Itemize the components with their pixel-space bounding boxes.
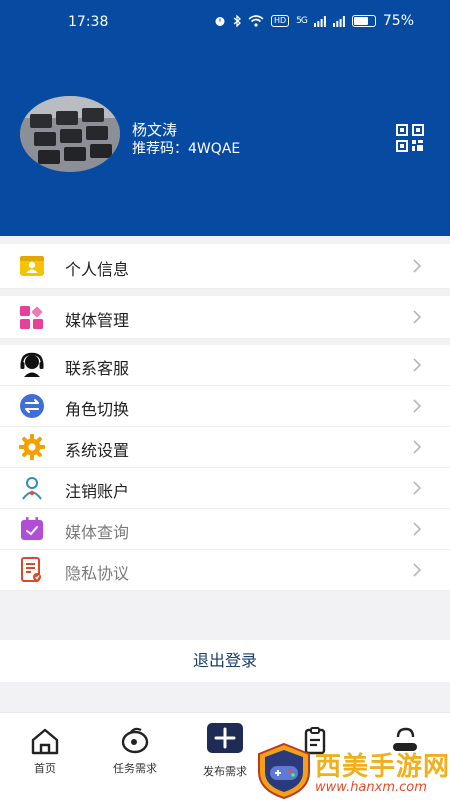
- menu-label: 角色切换: [65, 400, 130, 419]
- menu-item-system-settings[interactable]: 系统设置: [0, 427, 450, 468]
- watermark-url: www.hanxm.com: [315, 780, 427, 795]
- tab-home[interactable]: 首页: [0, 713, 90, 801]
- menu-item-media-management[interactable]: 媒体管理: [0, 296, 450, 339]
- qr-code-icon[interactable]: [396, 124, 424, 152]
- hd-badge: HD: [270, 15, 290, 27]
- user-name: 杨文涛: [132, 121, 178, 139]
- chevron-right-icon: [413, 310, 422, 324]
- menu-item-delete-account[interactable]: 注销账户: [0, 468, 450, 509]
- chevron-right-icon: [413, 481, 422, 495]
- profile-header: 17:38 HD 5G 75% 杨文涛 推荐码：4WQAE: [0, 0, 450, 236]
- chevron-right-icon: [413, 259, 422, 273]
- alarm-icon: [215, 17, 225, 26]
- chevron-right-icon: [413, 563, 422, 577]
- battery-fill: [353, 17, 368, 25]
- tab-label: 首页: [34, 762, 56, 775]
- avatar-image: [20, 96, 120, 172]
- avatar[interactable]: [20, 96, 120, 172]
- menu-label: 个人信息: [65, 260, 130, 279]
- menu-label: 系统设置: [65, 441, 130, 460]
- menu-label: 注销账户: [65, 482, 130, 501]
- site-watermark: 西美手游网 www.hanxm.com: [255, 740, 450, 800]
- chevron-right-icon: [413, 358, 422, 372]
- plus-icon: [207, 723, 243, 753]
- menu-label: 媒体管理: [65, 311, 130, 330]
- document-edit-icon: [21, 557, 41, 582]
- gear-icon: [19, 434, 45, 460]
- chevron-right-icon: [413, 522, 422, 536]
- signal-5g-label: 5G: [296, 16, 308, 26]
- logout-label: 退出登录: [192, 651, 257, 670]
- tab-tasks[interactable]: 任务需求: [90, 713, 180, 801]
- menu-item-privacy-policy[interactable]: 隐私协议: [0, 550, 450, 591]
- target-icon: [121, 727, 149, 754]
- status-time: 17:38: [68, 14, 109, 30]
- user-outline-icon: [22, 477, 42, 500]
- signal-icon: [313, 15, 326, 27]
- chevron-right-icon: [413, 440, 422, 454]
- menu-label: 媒体查询: [65, 523, 130, 542]
- menu-item-media-query[interactable]: 媒体查询: [0, 509, 450, 550]
- gamepad-shield-icon: [258, 742, 310, 800]
- chevron-right-icon: [413, 399, 422, 413]
- menu-label: 联系客服: [65, 359, 130, 378]
- signal-icon-2: [332, 15, 345, 27]
- logout-button[interactable]: 退出登录: [0, 640, 450, 682]
- status-bar: 17:38 HD 5G 75%: [0, 0, 450, 44]
- person-card-icon: [20, 256, 44, 276]
- menu-label: 隐私协议: [65, 564, 130, 583]
- menu-item-role-switch[interactable]: 角色切换: [0, 386, 450, 427]
- watermark-title: 西美手游网: [315, 752, 450, 782]
- status-icons: HD 5G 75%: [214, 13, 414, 29]
- menu-item-personal-info[interactable]: 个人信息: [0, 244, 450, 289]
- tab-label: 任务需求: [113, 762, 157, 775]
- battery-icon: [351, 15, 376, 27]
- switch-arrows-icon: [20, 394, 44, 418]
- grid-apps-icon: [20, 306, 43, 329]
- wifi-icon: [248, 15, 264, 27]
- home-icon: [31, 728, 59, 755]
- menu-item-customer-service[interactable]: 联系客服: [0, 345, 450, 386]
- battery-percent: 75%: [382, 13, 414, 29]
- referral-code: 推荐码：4WQAE: [132, 141, 241, 157]
- calendar-check-icon: [21, 517, 43, 540]
- headset-icon: [20, 352, 44, 377]
- bluetooth-icon: [233, 15, 241, 27]
